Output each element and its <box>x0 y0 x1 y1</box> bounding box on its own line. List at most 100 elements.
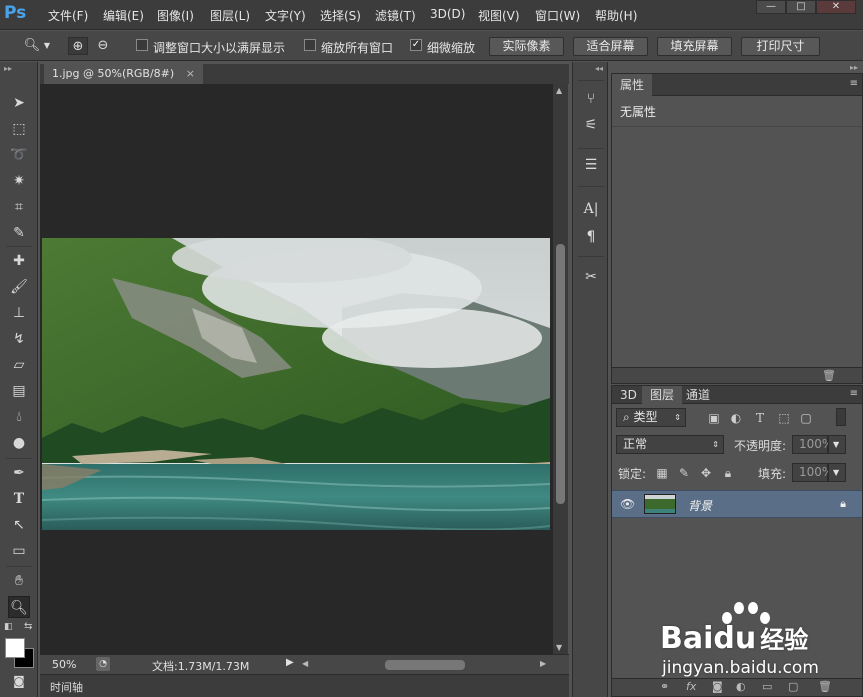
swap-colors-icon[interactable]: ⇆ <box>24 621 32 632</box>
vertical-scroll-thumb[interactable] <box>556 244 565 504</box>
eye-icon[interactable]: 👁︎ <box>620 497 635 511</box>
document-tab-close-icon[interactable]: × <box>186 67 195 80</box>
rectangle-tool-icon[interactable]: ▭ <box>8 540 30 562</box>
menu-select[interactable]: 选择(S) <box>320 7 361 24</box>
opacity-dropdown-arrow-icon[interactable]: ▼ <box>828 435 846 454</box>
status-info-icon[interactable]: ◔ <box>96 657 110 671</box>
zoom-in-icon[interactable]: ⊕ <box>68 37 88 55</box>
trash-icon[interactable]: 🗑︎ <box>822 369 836 382</box>
menu-edit[interactable]: 编辑(E) <box>103 7 144 24</box>
filter-toggle-switch[interactable] <box>836 408 846 426</box>
menu-window[interactable]: 窗口(W) <box>535 7 580 24</box>
filter-smart-object-icon[interactable]: ▢ <box>798 410 814 426</box>
resize-windows-checkbox[interactable] <box>136 39 148 51</box>
zoom-all-windows-checkbox[interactable] <box>304 39 316 51</box>
adjustments-icon[interactable]: ⚟ <box>580 114 602 136</box>
fill-dropdown-arrow-icon[interactable]: ▼ <box>828 463 846 482</box>
canvas-area[interactable] <box>40 84 553 654</box>
paragraph-icon[interactable]: ¶ <box>580 226 602 248</box>
tab-layers[interactable]: 图层 <box>642 386 683 404</box>
scrubby-zoom-checkbox[interactable]: ✓ <box>410 39 422 51</box>
blur-tool-icon[interactable]: 💧︎ <box>8 406 30 428</box>
tab-properties[interactable]: 属性 <box>612 74 653 96</box>
blend-mode-dropdown[interactable]: 正常 ⇕ <box>616 435 724 454</box>
default-colors-icon[interactable]: ◧ <box>4 622 13 632</box>
marquee-tool-icon[interactable]: ⬚ <box>8 118 30 140</box>
lock-all-icon[interactable]: 🔒︎ <box>720 465 736 481</box>
tab-channels[interactable]: 通道 <box>678 386 718 404</box>
filter-shape-icon[interactable]: ⬚ <box>776 410 792 426</box>
collapse-arrows-icon[interactable]: ▸▸ <box>4 64 12 73</box>
pen-tool-icon[interactable]: ✒ <box>8 462 30 484</box>
collapse-panels-icon[interactable]: ▸▸ <box>850 63 858 72</box>
history-brush-tool-icon[interactable]: ↯ <box>8 328 30 350</box>
gradient-tool-icon[interactable]: ▤ <box>8 380 30 402</box>
healing-brush-tool-icon[interactable]: ✚ <box>8 250 30 272</box>
zoom-level[interactable]: 50% <box>52 658 76 671</box>
fill-screen-button[interactable]: 填充屏幕 <box>657 37 732 56</box>
menu-help[interactable]: 帮助(H) <box>595 7 637 24</box>
menu-file[interactable]: 文件(F) <box>48 7 88 24</box>
opacity-input[interactable]: 100% <box>792 435 833 454</box>
scroll-down-icon[interactable]: ▼ <box>556 643 562 652</box>
menu-view[interactable]: 视图(V) <box>478 7 520 24</box>
zoom-out-icon[interactable]: ⊖ <box>93 37 113 55</box>
collapse-dock-icon[interactable]: ◂◂ <box>595 64 603 73</box>
clone-stamp-tool-icon[interactable]: ⊥ <box>8 302 30 324</box>
layer-row[interactable]: 👁︎ 背景 🔒︎ <box>612 490 862 518</box>
crop-tool-icon[interactable]: ⌗ <box>8 196 30 218</box>
zoom-tool-preset-icon[interactable]: 🔍︎ <box>22 37 42 55</box>
status-menu-arrow-icon[interactable]: ▶ <box>286 657 294 668</box>
magic-wand-tool-icon[interactable]: ✷ <box>8 170 30 192</box>
lock-image-pixels-icon[interactable]: ✎ <box>676 465 692 481</box>
eyedropper-tool-icon[interactable]: ✎ <box>8 222 30 244</box>
lock-transparent-pixels-icon[interactable]: ▦ <box>654 465 670 481</box>
move-tool-icon[interactable]: ➤ <box>8 92 30 114</box>
dodge-tool-icon[interactable]: ● <box>8 432 30 454</box>
timeline-panel[interactable]: 时间轴 <box>40 674 569 697</box>
menu-filter[interactable]: 滤镜(T) <box>375 7 416 24</box>
lock-position-icon[interactable]: ✥ <box>698 465 714 481</box>
panel-menu-icon[interactable]: ≡ <box>850 388 858 399</box>
chevron-down-icon[interactable]: ▼ <box>42 37 52 55</box>
scroll-up-icon[interactable]: ▲ <box>556 86 562 95</box>
fit-screen-button[interactable]: 适合屏幕 <box>573 37 648 56</box>
layer-name[interactable]: 背景 <box>688 497 712 514</box>
layer-filter-dropdown[interactable]: ⌕ 类型 ⇕ <box>616 408 686 427</box>
tool-presets-icon[interactable]: ✂ <box>580 266 602 288</box>
menu-3d[interactable]: 3D(D) <box>430 7 465 21</box>
horizontal-scroll-thumb[interactable] <box>385 660 465 670</box>
character-icon[interactable]: A| <box>580 198 602 220</box>
menu-layer[interactable]: 图层(L) <box>210 7 250 24</box>
zoom-tool-icon[interactable]: 🔍︎ <box>8 596 30 618</box>
eraser-tool-icon[interactable]: ▱ <box>8 354 30 376</box>
hand-tool-icon[interactable]: ✋︎ <box>8 570 30 592</box>
filter-type-icon[interactable]: T <box>752 410 768 426</box>
menu-image[interactable]: 图像(I) <box>157 7 194 24</box>
lasso-tool-icon[interactable]: ➰ <box>8 144 30 166</box>
filter-pixel-icon[interactable]: ▣ <box>706 410 722 426</box>
actual-pixels-button[interactable]: 实际像素 <box>489 37 564 56</box>
type-tool-icon[interactable]: T <box>8 488 30 510</box>
panel-menu-icon[interactable]: ≡ <box>850 78 858 89</box>
brush-tool-icon[interactable]: 🖌︎ <box>8 276 30 298</box>
minimize-button[interactable]: — <box>756 0 786 14</box>
vertical-scrollbar[interactable]: ▲ ▼ <box>553 84 568 654</box>
filter-adjustment-icon[interactable]: ◐ <box>728 410 744 426</box>
menu-type[interactable]: 文字(Y) <box>265 7 306 24</box>
maximize-button[interactable]: □ <box>786 0 816 14</box>
scroll-left-icon[interactable]: ◀ <box>302 659 308 668</box>
quick-mask-icon[interactable]: ◙ <box>8 670 30 692</box>
tab-3d[interactable]: 3D <box>612 386 645 404</box>
foreground-color-swatch[interactable] <box>5 638 25 658</box>
clone-source-icon[interactable]: ☰ <box>580 154 602 176</box>
document-tab[interactable]: 1.jpg @ 50%(RGB/8#) × <box>44 64 203 84</box>
fill-input[interactable]: 100% <box>792 463 833 482</box>
print-size-button[interactable]: 打印尺寸 <box>741 37 820 56</box>
timeline-tab[interactable]: 时间轴 <box>50 679 83 695</box>
document-image[interactable] <box>42 238 550 530</box>
path-selection-tool-icon[interactable]: ↖ <box>8 514 30 536</box>
scroll-right-icon[interactable]: ▶ <box>540 659 546 668</box>
history-icon[interactable]: ⑂ <box>580 88 602 110</box>
close-button[interactable]: ✕ <box>816 0 856 14</box>
